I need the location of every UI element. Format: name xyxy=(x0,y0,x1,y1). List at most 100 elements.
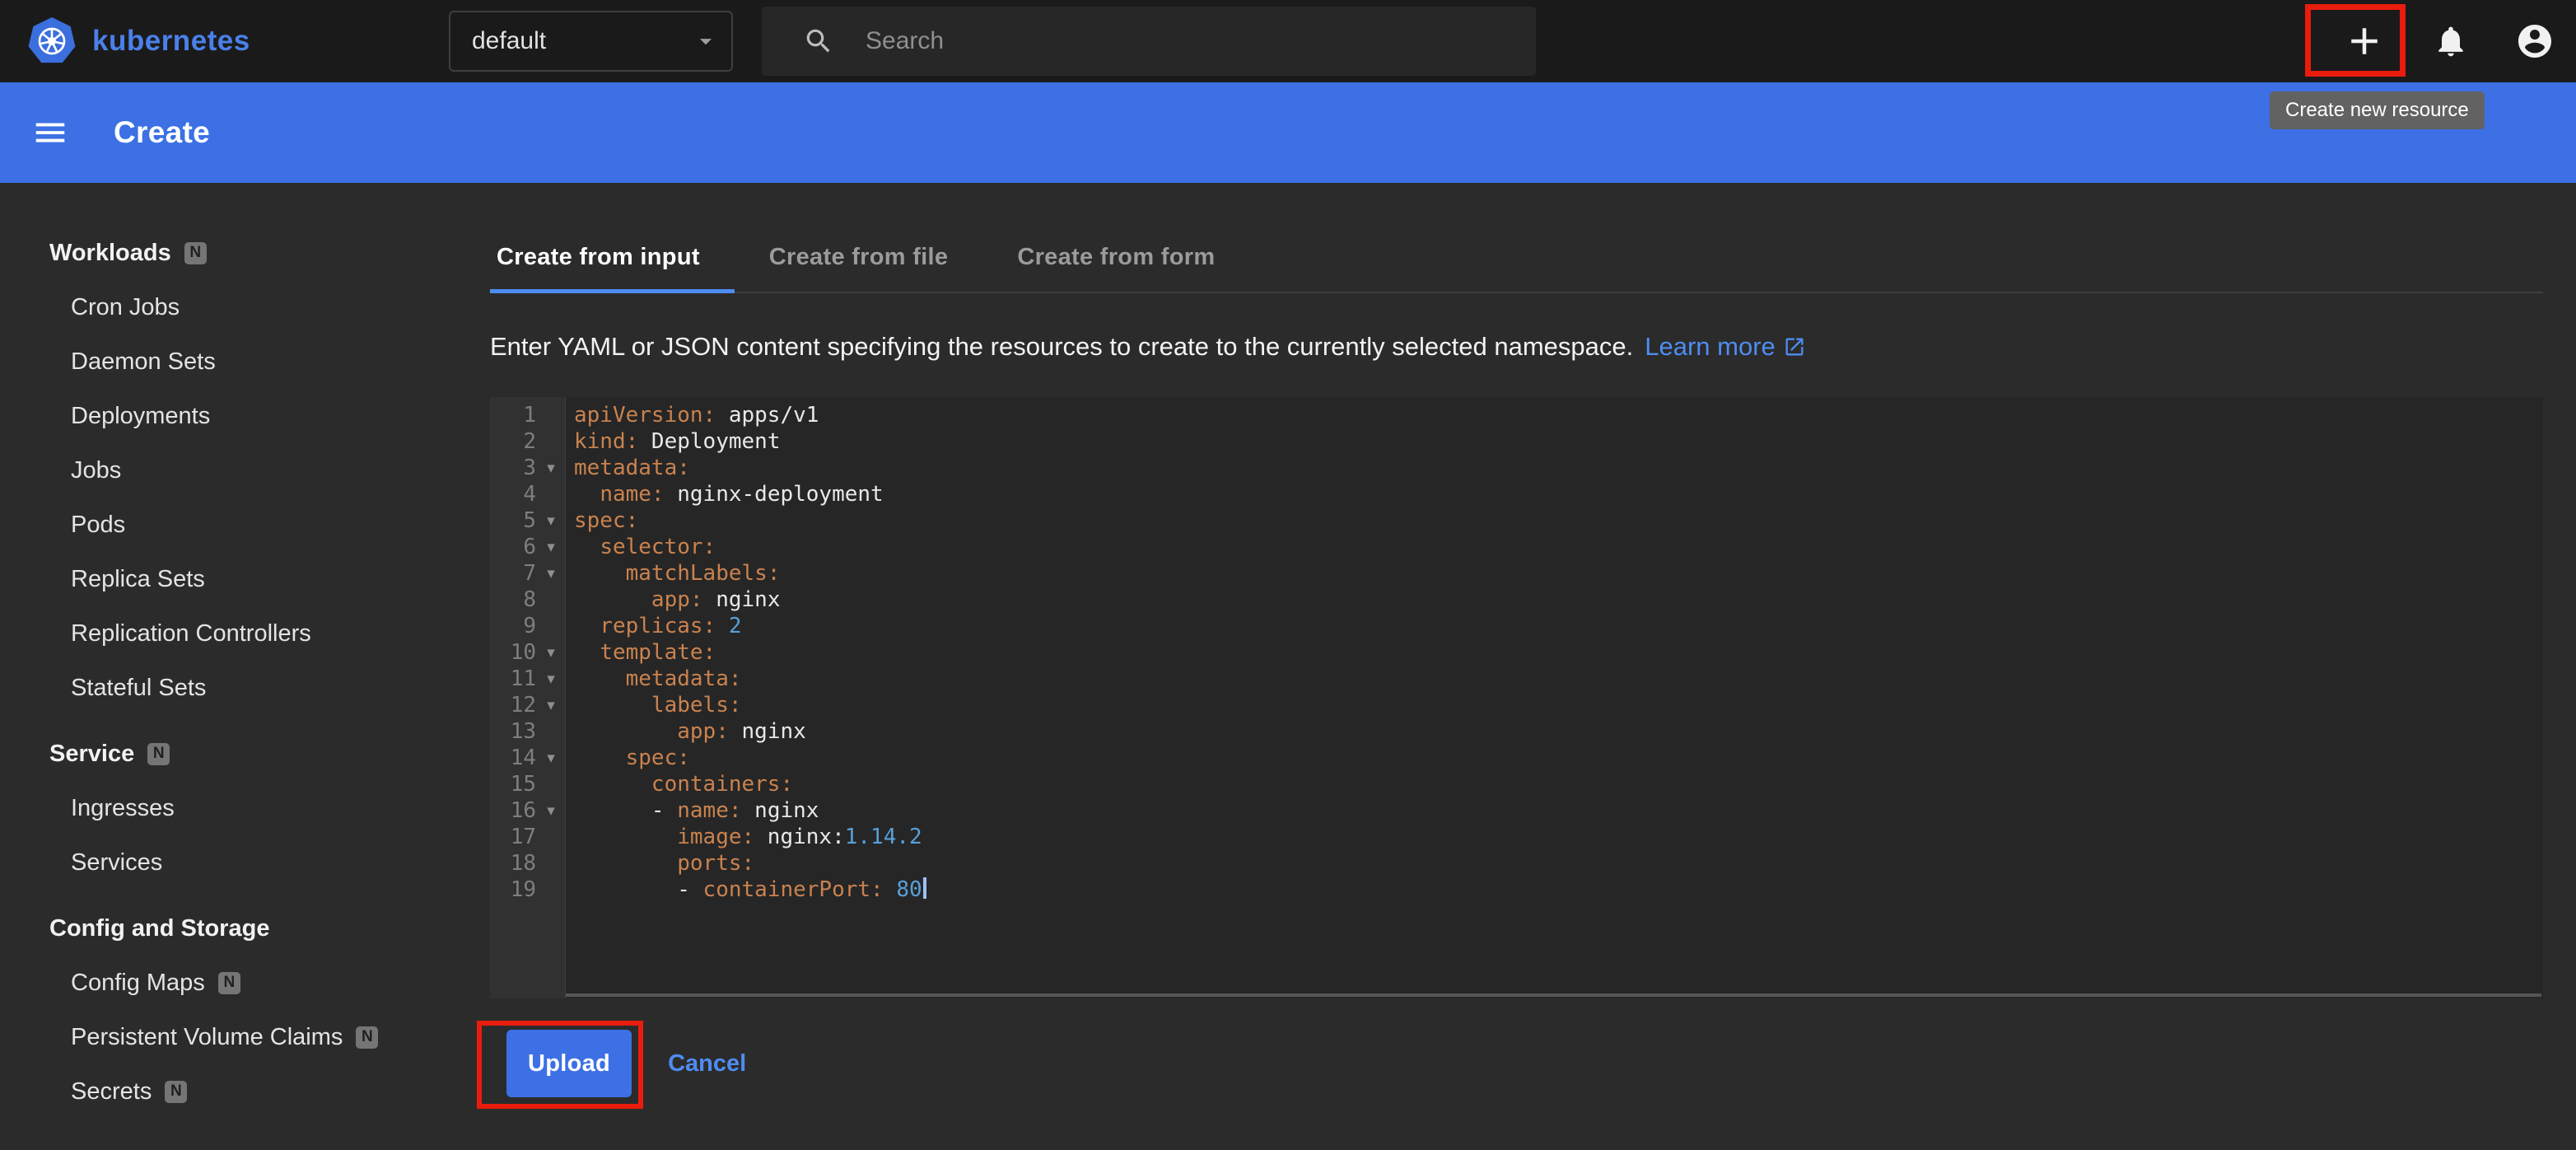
cancel-button[interactable]: Cancel xyxy=(668,1050,746,1078)
tab-create-from-form[interactable]: Create from form xyxy=(982,222,1249,292)
editor-line[interactable]: 19 - containerPort: 80 xyxy=(490,877,2543,903)
line-number: 1 xyxy=(490,402,536,428)
line-number: 9 xyxy=(490,613,536,639)
search-bar[interactable] xyxy=(762,7,1536,76)
sidebar-section-workloads[interactable]: Workloads N xyxy=(0,226,457,280)
line-number: 10 xyxy=(490,639,536,666)
create-new-resource-button[interactable] xyxy=(2342,19,2387,63)
fold-toggle-icon[interactable] xyxy=(536,587,566,613)
fold-toggle-icon[interactable] xyxy=(536,771,566,797)
fold-toggle-icon[interactable] xyxy=(536,402,566,428)
editor-line[interactable]: 3▾metadata: xyxy=(490,455,2543,481)
chevron-down-icon xyxy=(692,27,720,55)
hamburger-icon xyxy=(31,114,69,152)
namespaced-badge: N xyxy=(147,743,170,765)
notifications-button[interactable] xyxy=(2433,23,2469,59)
logo-wordmark: kubernetes xyxy=(92,25,250,58)
sidebar-item-jobs[interactable]: Jobs xyxy=(0,443,457,498)
editor-line[interactable]: 6▾ selector: xyxy=(490,534,2543,560)
editor-line[interactable]: 10▾ template: xyxy=(490,639,2543,666)
learn-more-link[interactable]: Learn more xyxy=(1645,331,1806,362)
sidebar-item-replication-controllers[interactable]: Replication Controllers xyxy=(0,606,457,661)
fold-toggle-icon[interactable]: ▾ xyxy=(536,745,566,771)
fold-toggle-icon[interactable] xyxy=(536,481,566,507)
menu-button[interactable] xyxy=(31,114,69,152)
create-new-resource-tooltip: Create new resource xyxy=(2270,91,2485,129)
editor-line[interactable]: 12▾ labels: xyxy=(490,692,2543,718)
fold-toggle-icon[interactable]: ▾ xyxy=(536,560,566,587)
sidebar-item-secrets[interactable]: Secrets N xyxy=(0,1064,457,1119)
editor-line[interactable]: 4 name: nginx-deployment xyxy=(490,481,2543,507)
editor-line[interactable]: 15 containers: xyxy=(490,771,2543,797)
bell-icon xyxy=(2433,23,2469,59)
fold-toggle-icon[interactable]: ▾ xyxy=(536,666,566,692)
fold-toggle-icon[interactable]: ▾ xyxy=(536,455,566,481)
fold-toggle-icon[interactable]: ▾ xyxy=(536,507,566,534)
kubernetes-helm-icon xyxy=(28,17,76,65)
sidebar-item-ingresses[interactable]: Ingresses xyxy=(0,781,457,835)
tab-create-from-input[interactable]: Create from input xyxy=(490,222,735,292)
fold-toggle-icon[interactable]: ▾ xyxy=(536,534,566,560)
horizontal-scrollbar[interactable] xyxy=(566,993,2541,997)
sidebar-section-config-and-storage[interactable]: Config and Storage xyxy=(0,901,457,956)
sidebar-item-persistent-volume-claims[interactable]: Persistent Volume Claims N xyxy=(0,1010,457,1064)
fold-toggle-icon[interactable]: ▾ xyxy=(536,639,566,666)
sidebar-item-deployments[interactable]: Deployments xyxy=(0,389,457,443)
line-number: 2 xyxy=(490,428,536,455)
fold-toggle-icon[interactable] xyxy=(536,824,566,850)
line-number: 7 xyxy=(490,560,536,587)
editor-line[interactable]: 17 image: nginx:1.14.2 xyxy=(490,824,2543,850)
sidebar-item-services[interactable]: Services xyxy=(0,835,457,890)
yaml-editor[interactable]: 1apiVersion: apps/v1 2kind: Deployment 3… xyxy=(490,397,2543,998)
code-text: metadata: xyxy=(566,666,742,692)
fold-toggle-icon[interactable] xyxy=(536,850,566,877)
editor-line[interactable]: 5▾spec: xyxy=(490,507,2543,534)
editor-line[interactable]: 9 replicas: 2 xyxy=(490,613,2543,639)
editor-line[interactable]: 11▾ metadata: xyxy=(490,666,2543,692)
sidebar-item-config-maps[interactable]: Config Maps N xyxy=(0,956,457,1010)
main-content: Create from input Create from file Creat… xyxy=(457,183,2576,1150)
sidebar-item-pods[interactable]: Pods xyxy=(0,498,457,552)
line-number: 13 xyxy=(490,718,536,745)
sidebar-section-service[interactable]: Service N xyxy=(0,727,457,781)
line-number: 8 xyxy=(490,587,536,613)
editor-line[interactable]: 2kind: Deployment xyxy=(490,428,2543,455)
fold-toggle-icon[interactable]: ▾ xyxy=(536,797,566,824)
editor-line[interactable]: 18 ports: xyxy=(490,850,2543,877)
section-label: Workloads xyxy=(49,240,171,267)
namespace-value: default xyxy=(472,27,692,55)
search-icon xyxy=(803,26,834,57)
create-tabs: Create from input Create from file Creat… xyxy=(490,222,2543,293)
namespace-selector[interactable]: default xyxy=(449,11,733,72)
fold-toggle-icon[interactable] xyxy=(536,428,566,455)
line-number: 17 xyxy=(490,824,536,850)
search-input[interactable] xyxy=(866,27,1519,55)
line-number: 14 xyxy=(490,745,536,771)
namespaced-badge: N xyxy=(165,1081,187,1103)
sidebar-item-cron-jobs[interactable]: Cron Jobs xyxy=(0,280,457,334)
editor-line[interactable]: 13 app: nginx xyxy=(490,718,2543,745)
editor-line[interactable]: 14▾ spec: xyxy=(490,745,2543,771)
tab-create-from-file[interactable]: Create from file xyxy=(735,222,983,292)
code-text: app: nginx xyxy=(566,587,780,613)
fold-toggle-icon[interactable] xyxy=(536,613,566,639)
editor-line[interactable]: 7▾ matchLabels: xyxy=(490,560,2543,587)
code-text: - name: nginx xyxy=(566,797,819,824)
editor-line[interactable]: 8 app: nginx xyxy=(490,587,2543,613)
kubernetes-logo[interactable]: kubernetes xyxy=(28,0,250,82)
sidebar-item-replica-sets[interactable]: Replica Sets xyxy=(0,552,457,606)
line-number: 5 xyxy=(490,507,536,534)
fold-toggle-icon[interactable] xyxy=(536,718,566,745)
app-bar: Create xyxy=(0,82,2576,183)
account-button[interactable] xyxy=(2515,21,2555,61)
upload-button[interactable]: Upload xyxy=(506,1030,632,1097)
sidebar-item-daemon-sets[interactable]: Daemon Sets xyxy=(0,334,457,389)
description-text: Enter YAML or JSON content specifying th… xyxy=(490,331,2543,362)
namespaced-badge: N xyxy=(356,1026,378,1049)
sidebar-item-stateful-sets[interactable]: Stateful Sets xyxy=(0,661,457,715)
line-number: 15 xyxy=(490,771,536,797)
editor-line[interactable]: 16▾ - name: nginx xyxy=(490,797,2543,824)
fold-toggle-icon[interactable]: ▾ xyxy=(536,692,566,718)
editor-line[interactable]: 1apiVersion: apps/v1 xyxy=(490,402,2543,428)
fold-toggle-icon[interactable] xyxy=(536,877,566,903)
